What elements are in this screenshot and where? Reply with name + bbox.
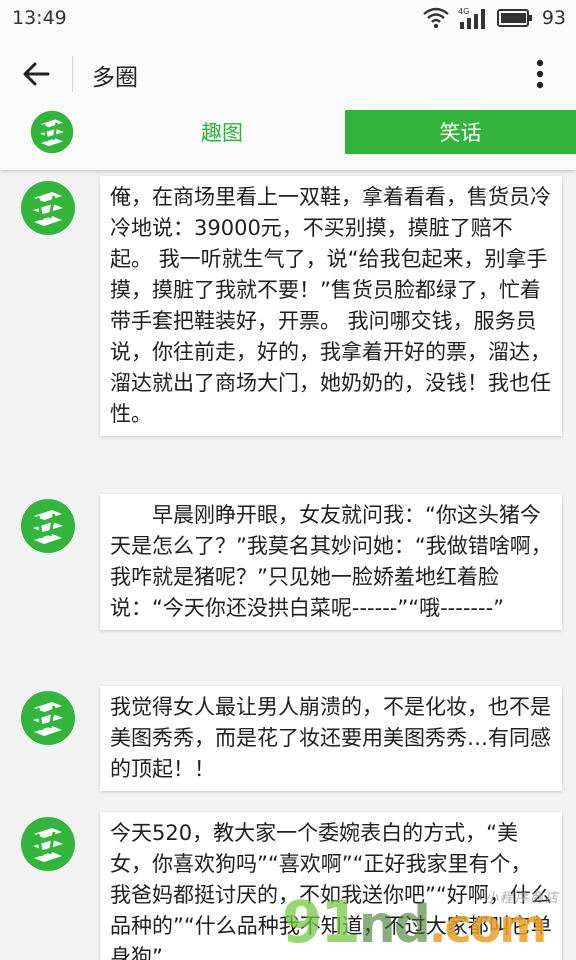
- duoquan-logo-icon: [30, 110, 74, 154]
- avatar: [20, 690, 76, 750]
- battery-icon: [496, 9, 532, 27]
- toolbar: 多圈: [0, 38, 576, 108]
- joke-text[interactable]: 今天520，教大家一个委婉表白的方式，“美女，你喜欢狗吗”“喜欢啊”“正好我家里…: [100, 812, 562, 960]
- joke-text[interactable]: 俺，在商场里看上一双鞋，拿着看看，售货员冷冷地说：39000元，不买别摸，摸脏了…: [100, 176, 562, 436]
- status-time: 13:49: [12, 7, 67, 29]
- more-vertical-icon: [536, 59, 544, 89]
- status-icons: 4G 93: [423, 6, 566, 30]
- tab-bar: 趣图 笑话: [0, 108, 576, 170]
- avatar: [20, 498, 76, 558]
- toolbar-divider: [72, 56, 73, 92]
- wifi-icon: [423, 7, 449, 29]
- duoquan-logo-icon: [21, 817, 75, 871]
- network-type-label: 4G: [458, 7, 469, 16]
- app-logo: [30, 110, 74, 158]
- tab-jokes[interactable]: 笑话: [345, 110, 576, 154]
- avatar: [20, 816, 76, 876]
- duoquan-logo-icon: [21, 181, 75, 235]
- tab-fun-pictures[interactable]: 趣图: [100, 110, 344, 154]
- joke-text[interactable]: 我觉得女人最让男人崩溃的，不是化妆，也不是美图秀秀，而是花了妆还要用美图秀秀…有…: [100, 686, 562, 791]
- joke-feed[interactable]: 俺，在商场里看上一双鞋，拿着看看，售货员冷冷地说：39000元，不买别摸，摸脏了…: [0, 170, 576, 960]
- joke-text[interactable]: 早晨刚睁开眼，女友就问我：“你这头猪今天是怎么了？”我莫名其妙问她：“我做错啥啊…: [100, 494, 562, 630]
- avatar: [20, 180, 76, 240]
- page-title: 多圈: [92, 65, 138, 91]
- duoquan-logo-icon: [21, 499, 75, 553]
- battery-level: 93: [541, 7, 566, 29]
- back-button[interactable]: [16, 54, 56, 94]
- arrow-left-icon: [23, 62, 50, 86]
- more-options-button[interactable]: [520, 54, 560, 94]
- signal-icon: 4G: [458, 7, 485, 29]
- duoquan-logo-icon: [21, 691, 75, 745]
- status-bar: 13:49 4G 93: [0, 0, 576, 38]
